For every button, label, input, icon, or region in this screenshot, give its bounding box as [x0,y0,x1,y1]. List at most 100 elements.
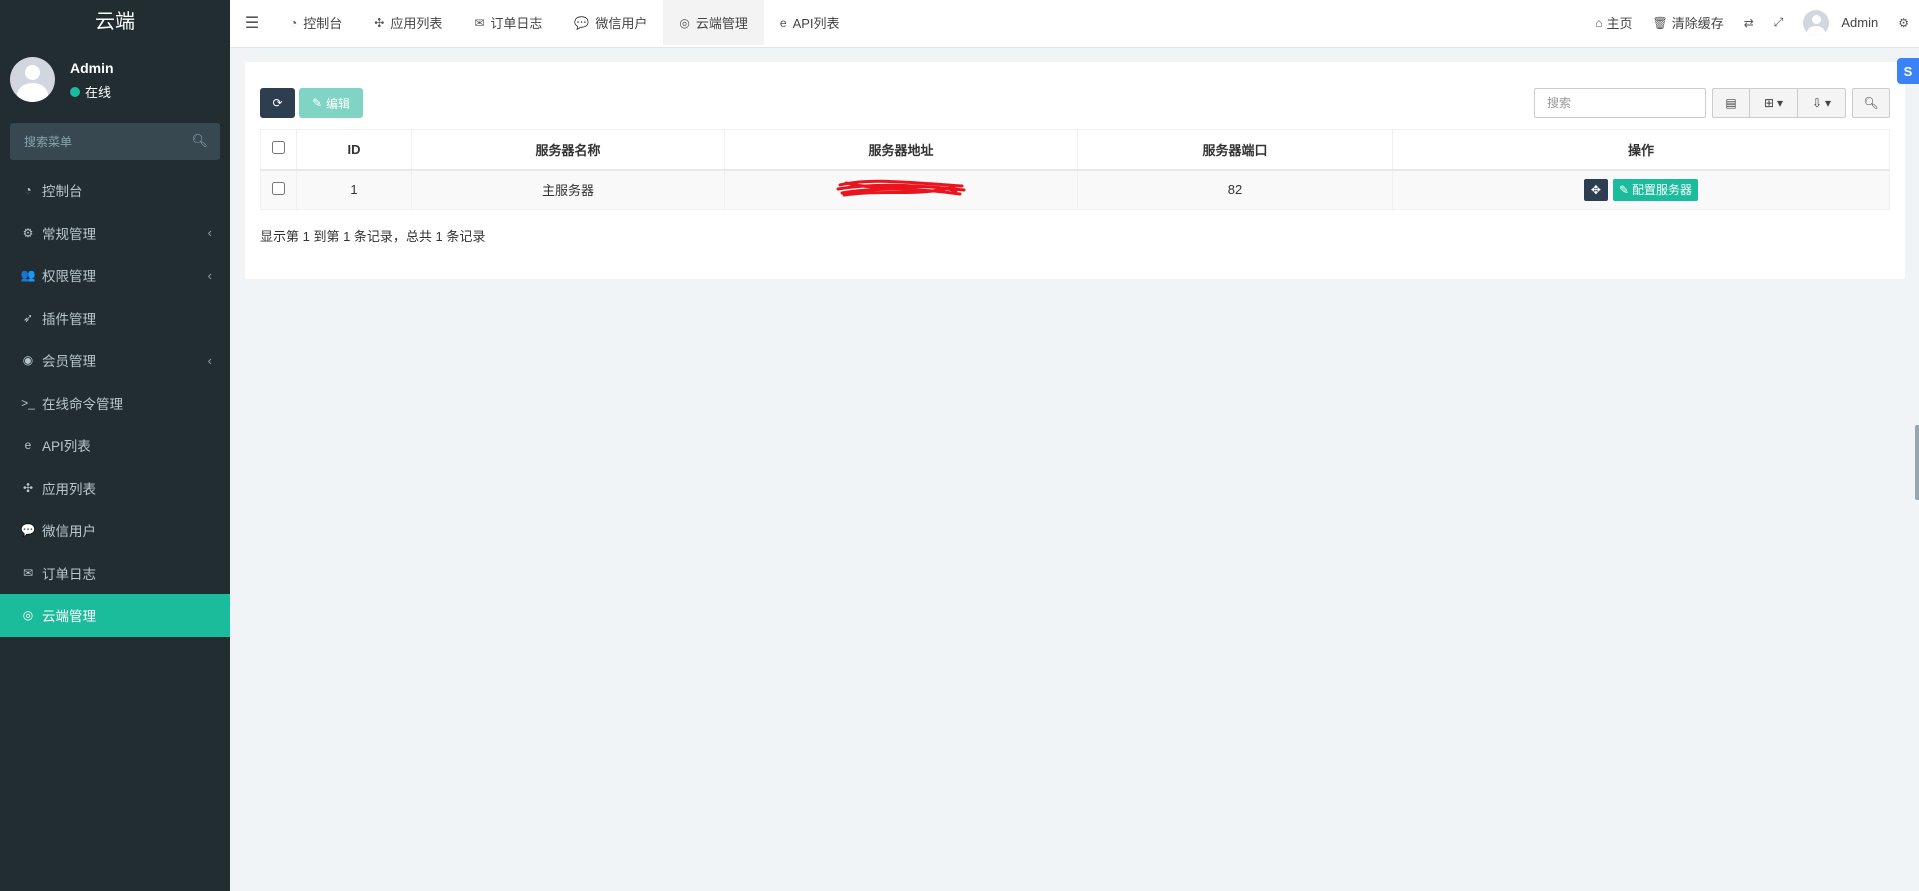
table-header-row: ID 服务器名称 服务器地址 服务器端口 操作 [260,129,1890,171]
column-header-name[interactable]: 服务器名称 [411,129,725,171]
config-server-button[interactable]: ✎ 配置服务器 [1612,178,1699,201]
settings-button[interactable]: ⚙ [1888,0,1919,45]
sidebar-item-auth[interactable]: 👥 权限管理 ‹ [0,254,230,297]
refresh-icon: ⟳ [272,96,283,110]
search-icon: 🔍︎ [1863,96,1879,110]
table-search-input[interactable] [1534,88,1706,118]
sidebar: 云端 Admin 在线 🔍︎ ◔ 控制台 ⚙ 常规管理 ‹ 👥 权限管理 ‹ ➶… [0,0,230,891]
server-table: ID 服务器名称 服务器地址 服务器端口 操作 1 主服务器 82 ✥ ✎ 配置… [260,129,1890,210]
chrome-icon: ◎ [679,15,690,30]
avatar [1803,9,1830,36]
column-header-port[interactable]: 服务器端口 [1077,129,1393,171]
ie-icon: e [779,15,787,30]
ie-icon: e [24,438,32,453]
select-all-checkbox[interactable] [272,141,285,155]
tab-dashboard[interactable]: ◔ 控制台 [274,0,358,45]
drag-sort-button[interactable]: ✥ [1583,178,1608,201]
cell-port: 82 [1077,169,1393,210]
home-link[interactable]: ⌂ 主页 [1585,0,1642,45]
group-icon: 👥 [20,268,36,283]
language-button[interactable]: ⇄ [1734,0,1764,45]
tab-label: 应用列表 [390,16,443,31]
sidebar-item-label: 权限管理 [42,269,96,285]
tab-cloud[interactable]: ◎ 云端管理 [663,0,764,45]
home-label: 主页 [1606,16,1633,31]
refresh-button[interactable]: ⟳ [260,88,295,118]
tab-wechat[interactable]: 💬 微信用户 [558,0,663,45]
menu-search-input[interactable] [10,123,190,160]
export-dropdown-button[interactable]: ⇩ ▾ [1798,88,1846,118]
redaction-scribble-icon [836,180,966,197]
user-status-label: 在线 [85,85,112,100]
caret-down-icon: ▾ [1777,96,1784,110]
tab-label: 控制台 [303,16,343,31]
user-panel: Admin 在线 [0,45,230,110]
sidebar-item-orders[interactable]: ✉ 订单日志 [0,552,230,595]
edit-button[interactable]: ✎ 编辑 [299,88,363,118]
language-icon: ⇄ [1743,15,1754,30]
sidebar-item-member[interactable]: ◉ 会员管理 ‹ [0,339,230,382]
select-all-cell [260,129,297,171]
edit-button-label: 编辑 [326,96,351,111]
row-select-cell [260,169,297,210]
pencil-icon: ✎ [311,96,323,110]
app-logo[interactable]: 云端 [0,0,230,45]
topbar: ☰ ◔ 控制台 ✣ 应用列表 ✉ 订单日志 💬 微信用户 ◎ 云端管理 e AP… [230,0,1919,48]
common-search-button[interactable]: 🔍︎ [1852,88,1890,118]
avatar [10,57,55,102]
table-view-buttons: ▤ ⊞ ▾ ⇩ ▾ [1712,88,1846,118]
sidebar-item-api[interactable]: e API列表 [0,424,230,467]
terminal-icon: >_ [21,395,35,410]
tab-label: 订单日志 [490,16,543,31]
sidebar-item-cloud[interactable]: ◎ 云端管理 [0,594,230,637]
toggle-view-button[interactable]: ▤ [1712,88,1750,118]
columns-icon: ⊞ [1763,96,1775,110]
sidebar-item-label: 云端管理 [42,609,96,625]
cogs-icon: ⚙ [22,225,34,240]
sidebar-item-label: 常规管理 [42,226,96,242]
row-checkbox[interactable] [272,181,285,195]
translate-widget-icon[interactable]: S [1897,58,1919,84]
user-menu[interactable]: Admin [1793,0,1888,45]
sidebar-item-label: API列表 [42,439,91,455]
tab-label: API列表 [792,16,840,31]
search-icon[interactable]: 🔍︎ [191,133,208,149]
columns-dropdown-button[interactable]: ⊞ ▾ [1750,88,1798,118]
dashboard-icon: ◔ [290,15,298,30]
wechat-icon: 💬 [574,15,590,30]
tab-orders[interactable]: ✉ 订单日志 [458,0,558,45]
sidebar-item-label: 控制台 [42,184,83,200]
sidebar-item-label: 会员管理 [42,354,96,370]
tab-api[interactable]: e API列表 [764,0,856,45]
puzzle-icon: ✣ [374,15,385,30]
dashboard-icon: ◔ [24,183,32,198]
tab-apps[interactable]: ✣ 应用列表 [358,0,458,45]
table-row: 1 主服务器 82 ✥ ✎ 配置服务器 [260,169,1890,210]
online-dot-icon [70,86,80,97]
cell-address [724,169,1078,210]
user-circle-icon: ◉ [22,353,34,368]
trash-icon: 🗑︎ [1652,15,1668,30]
side-handle[interactable] [1915,425,1919,500]
clear-cache-button[interactable]: 🗑︎ 清除缓存 [1642,0,1733,45]
column-header-actions: 操作 [1392,129,1890,171]
fullscreen-button[interactable]: ⤢ [1764,0,1794,45]
tab-label: 微信用户 [595,16,648,31]
right-nav: ⌂ 主页 🗑︎ 清除缓存 ⇄ ⤢ Admin ⚙ [1585,0,1919,45]
tab-label: 云端管理 [695,16,748,31]
chevron-left-icon: ‹ [207,352,212,368]
content-panel: ⟳ ✎ 编辑 ▤ ⊞ ▾ ⇩ ▾ 🔍︎ [245,62,1905,279]
menu-toggle-icon[interactable]: ☰ [230,0,274,45]
sidebar-item-wechat[interactable]: 💬 微信用户 [0,509,230,552]
chevron-left-icon: ‹ [207,267,212,283]
tab-bar: ◔ 控制台 ✣ 应用列表 ✉ 订单日志 💬 微信用户 ◎ 云端管理 e API列… [274,0,856,45]
column-header-id[interactable]: ID [296,129,412,171]
sidebar-item-dashboard[interactable]: ◔ 控制台 [0,169,230,212]
cell-name: 主服务器 [411,169,725,210]
sidebar-item-apps[interactable]: ✣ 应用列表 [0,467,230,510]
sidebar-item-command[interactable]: >_ 在线命令管理 [0,382,230,425]
sidebar-item-general[interactable]: ⚙ 常规管理 ‹ [0,212,230,255]
home-icon: ⌂ [1595,15,1603,30]
column-header-address[interactable]: 服务器地址 [724,129,1078,171]
sidebar-item-addon[interactable]: ➶ 插件管理 [0,297,230,340]
